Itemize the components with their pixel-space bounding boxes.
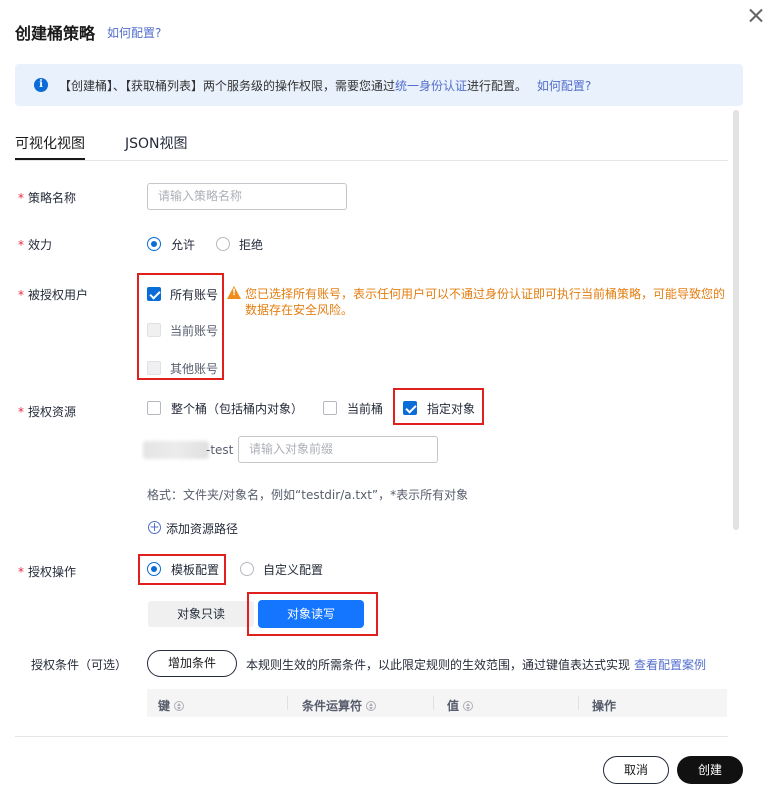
action-custom-radio[interactable] (240, 562, 254, 576)
dialog-title: 创建桶策略 (15, 24, 96, 43)
effect-deny-label[interactable]: 拒绝 (239, 236, 263, 253)
column-value[interactable]: 值 (447, 697, 474, 714)
how-to-configure-link[interactable]: 如何配置? (107, 24, 161, 41)
principal-other-checkbox[interactable] (147, 361, 161, 375)
template-readonly-button[interactable]: 对象只读 (148, 601, 254, 627)
close-icon[interactable] (744, 4, 768, 28)
action-template-radio[interactable] (147, 562, 161, 576)
resource-format-hint: 格式：文件夹/对象名，例如“testdir/a.txt”，*表示所有对象 (147, 488, 469, 502)
principal-current-checkbox[interactable] (147, 323, 161, 337)
principal-all-label[interactable]: 所有账号 (170, 286, 218, 303)
policy-name-label: * 策略名称 (18, 191, 77, 205)
condition-label: 授权条件（可选） (31, 658, 128, 672)
resource-whole-bucket-checkbox[interactable] (147, 401, 161, 415)
column-operation: 操作 (592, 699, 617, 713)
column-divider (433, 696, 434, 710)
template-readwrite-button[interactable]: 对象读写 (258, 600, 364, 628)
effect-allow-label[interactable]: 允许 (171, 236, 195, 253)
scrollbar[interactable] (733, 110, 739, 530)
resource-object-label[interactable]: 指定对象 (427, 400, 475, 417)
info-icon: i (34, 78, 48, 92)
banner-text-prefix: 【创建桶】、【获取桶列表】两个服务级的操作权限，需要您通过 (59, 79, 396, 93)
column-divider (287, 696, 288, 710)
effect-label: * 效力 (18, 238, 53, 252)
resource-object-checkbox[interactable] (403, 401, 417, 415)
resource-whole-bucket-label[interactable]: 整个桶（包括桶内对象） (171, 400, 303, 417)
policy-name-input[interactable]: 请输入策略名称 (147, 183, 347, 210)
principal-all-checkbox[interactable] (147, 287, 161, 301)
resource-label: * 授权资源 (18, 405, 77, 419)
add-circle-icon[interactable]: + (148, 521, 161, 534)
tab-divider (15, 160, 728, 161)
action-custom-label[interactable]: 自定义配置 (263, 561, 323, 578)
condition-description: 本规则生效的所需条件，以此限定规则的生效范围，通过键值表达式实现 查看配置案例 (246, 658, 707, 672)
banner-text: 【创建桶】、【获取桶列表】两个服务级的操作权限，需要您通过统一身份认证进行配置。… (59, 77, 591, 94)
sort-icon (463, 701, 474, 711)
principal-current-label: 当前账号 (170, 324, 219, 338)
banner-text-suffix: 进行配置。 (467, 79, 528, 93)
bucket-name-redacted (143, 441, 209, 459)
iam-link[interactable]: 统一身份认证 (395, 79, 467, 93)
resource-current-bucket-checkbox[interactable] (323, 401, 337, 415)
action-template-label[interactable]: 模板配置 (171, 561, 219, 578)
create-button[interactable]: 创建 (677, 756, 743, 784)
principal-other-label: 其他账号 (170, 362, 219, 376)
effect-allow-radio[interactable] (147, 237, 161, 251)
principal-warning-text: 您已选择所有账号，表示任何用户可以不通过身份认证即可执行当前桶策略，可能导致您的… (245, 287, 726, 317)
column-key[interactable]: 键 (158, 697, 185, 714)
column-divider (578, 696, 579, 710)
add-resource-path-link[interactable]: 添加资源路径 (166, 520, 238, 537)
sort-icon (174, 701, 185, 711)
cancel-button[interactable]: 取消 (603, 756, 669, 784)
column-operator[interactable]: 条件运算符 (302, 697, 377, 714)
footer-divider (15, 736, 728, 737)
view-example-link[interactable]: 查看配置案例 (634, 658, 706, 672)
action-label: * 授权操作 (18, 565, 77, 579)
warning-icon: ! (227, 286, 241, 299)
add-condition-button[interactable]: 增加条件 (147, 650, 237, 677)
info-banner: i 【创建桶】、【获取桶列表】两个服务级的操作权限，需要您通过统一身份认证进行配… (15, 64, 743, 106)
principal-label: * 被授权用户 (18, 288, 89, 302)
effect-deny-radio[interactable] (216, 237, 230, 251)
condition-table-header: 键 条件运算符 值 操作 (147, 689, 727, 717)
sort-icon (366, 701, 377, 711)
banner-how-to-link[interactable]: 如何配置? (537, 79, 591, 93)
bucket-name-suffix: -test (206, 443, 234, 457)
tab-json-view[interactable]: JSON视图 (125, 133, 188, 153)
tab-visual-view[interactable]: 可视化视图 (15, 133, 85, 153)
object-prefix-input[interactable]: 请输入对象前缀 (238, 436, 438, 463)
tab-active-indicator (15, 158, 85, 160)
resource-current-bucket-label[interactable]: 当前桶 (347, 400, 383, 417)
